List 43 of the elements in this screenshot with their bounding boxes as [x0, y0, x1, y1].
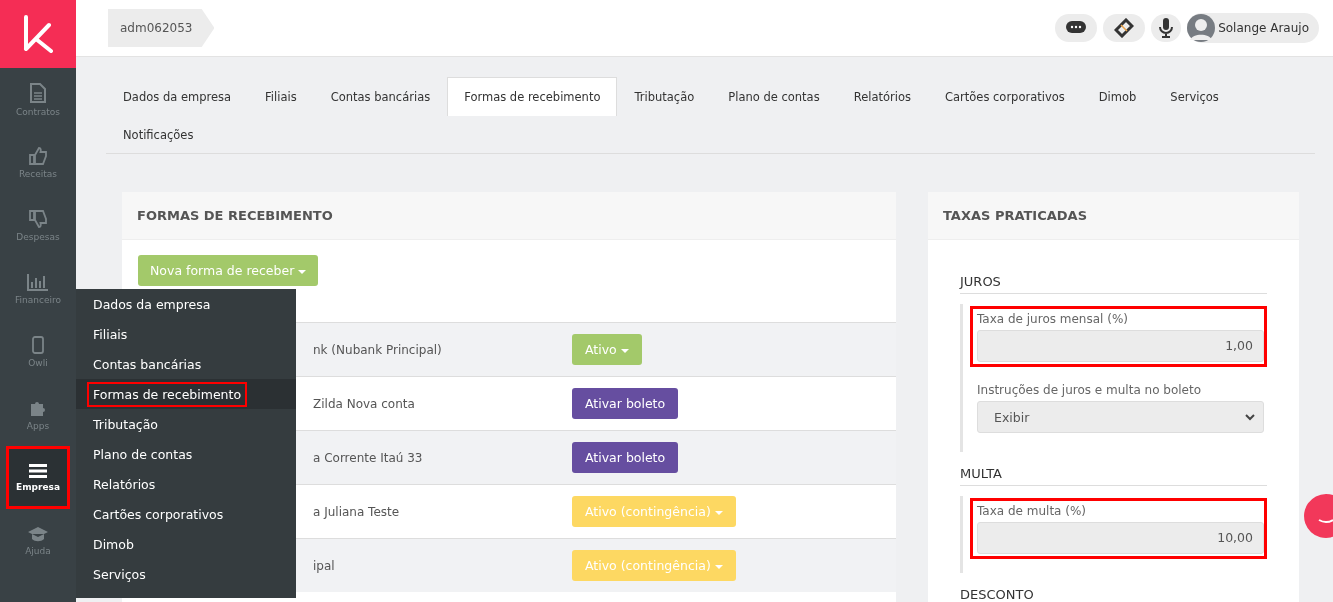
field-label: Instruções de juros e multa no boleto	[977, 383, 1203, 397]
table-cell-text: Zilda Nova conta	[313, 396, 416, 411]
status-button[interactable]: Ativar boleto	[572, 442, 679, 473]
menu-item[interactable]: Formas de recebimento	[76, 379, 296, 409]
breadcrumb[interactable]: adm062053	[108, 9, 215, 47]
tab[interactable]: Filiais	[248, 77, 314, 116]
panel-title: FORMAS DE RECEBIMENTO	[122, 192, 896, 240]
section-title: MULTA	[960, 452, 1267, 486]
menu-item[interactable]: Plano de contas	[76, 439, 296, 469]
table-cell-text: a Juliana Teste	[313, 504, 401, 519]
menu-item[interactable]: Cartões corporativos	[76, 499, 296, 529]
tab[interactable]: Tributação	[617, 77, 712, 116]
table-cell-text: a Corrente Itaú 33	[313, 450, 424, 465]
tab[interactable]: Notificações	[106, 115, 211, 154]
section-title: JUROS	[960, 260, 1267, 294]
section-title: DESCONTO	[960, 573, 1267, 602]
menu-item[interactable]: Tributação	[76, 409, 296, 439]
menu-item[interactable]: Serviços	[76, 559, 296, 589]
menu-item[interactable]: Relatórios	[76, 469, 296, 499]
tab[interactable]: Cartões corporativos	[927, 77, 1082, 116]
menu-item[interactable]: Dimob	[76, 529, 296, 559]
tab[interactable]: Plano de contas	[711, 77, 837, 116]
panel-title: TAXAS PRATICADAS	[928, 192, 1299, 240]
table-cell-text: nk (Nubank Principal)	[313, 342, 443, 357]
tab[interactable]: Serviços	[1153, 77, 1236, 116]
menu-item[interactable]: Dados da empresa	[76, 289, 296, 319]
status-button[interactable]: Ativar boleto	[572, 388, 679, 419]
tab[interactable]: Contas bancárias	[313, 77, 448, 116]
menu-item[interactable]: Filiais	[76, 319, 296, 349]
input-field[interactable]: 1,00	[977, 330, 1264, 362]
sidebar-item[interactable]: Empresa	[6, 446, 70, 509]
field-label: Taxa de multa (%)	[977, 504, 1088, 518]
table-cell-text: ipal	[313, 558, 336, 573]
user-name: Solange Araujo	[1218, 21, 1309, 35]
tab[interactable]: Dados da empresa	[106, 77, 249, 116]
tab[interactable]: Relatórios	[836, 77, 928, 116]
menu-item[interactable]: Contas bancárias	[76, 349, 296, 379]
field-label: Taxa de juros mensal (%)	[977, 312, 1129, 326]
user-menu[interactable]: Solange Araujo	[1187, 13, 1319, 43]
select-field[interactable]: Exibir	[977, 401, 1264, 433]
input-field[interactable]: 10,00	[977, 522, 1264, 554]
tab[interactable]: Dimob	[1081, 77, 1154, 116]
tab[interactable]: Formas de recebimento	[447, 77, 618, 116]
